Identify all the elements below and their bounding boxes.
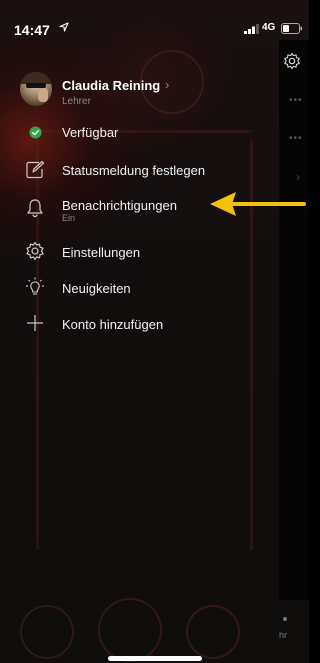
menu-item-label: Verfügbar [62, 125, 119, 140]
menu-item-label: Neuigkeiten [62, 281, 131, 296]
indicator-dot [283, 617, 287, 621]
bell-icon [27, 199, 43, 218]
settings-gear-icon[interactable] [283, 52, 301, 70]
menu-item-label: Einstellungen [62, 245, 141, 260]
chevron-right-icon: › [165, 77, 170, 92]
profile-name: Claudia Reining [62, 78, 161, 93]
more-options-icon[interactable]: ••• [289, 96, 305, 106]
menu-item-add-account[interactable]: Konto hinzufügen [0, 313, 279, 343]
annotation-arrow [210, 192, 306, 216]
menu-item-settings[interactable]: Einstellungen [0, 241, 279, 271]
profile-header[interactable]: Claudia Reining › Lehrer [20, 72, 270, 112]
battery-icon [281, 23, 302, 34]
profile-role: Lehrer [62, 96, 91, 107]
home-indicator[interactable] [108, 656, 202, 661]
notifications-state: Ein [62, 213, 76, 223]
menu-item-label: Konto hinzufügen [62, 317, 164, 332]
menu-item-news[interactable]: Neuigkeiten [0, 277, 279, 307]
more-options-icon[interactable]: ••• [289, 134, 305, 144]
gear-icon [26, 241, 44, 261]
edit-status-icon [26, 160, 45, 179]
chevron-right-icon: › [296, 170, 300, 184]
plus-icon [27, 315, 43, 331]
available-status-icon [29, 126, 42, 139]
lightbulb-icon [26, 277, 44, 295]
account-menu: Claudia Reining › Lehrer Verfügbar Statu… [0, 0, 279, 663]
menu-item-status-message[interactable]: Statusmeldung festlegen [0, 160, 279, 190]
screen: ••• ••• › hr 14:47 4G Claudia Reining › … [0, 0, 309, 663]
avatar [20, 72, 52, 106]
background-text: hr [279, 630, 288, 640]
menu-item-label: Statusmeldung festlegen [62, 163, 206, 178]
menu-item-availability[interactable]: Verfügbar [0, 124, 279, 154]
background-panel [279, 40, 309, 600]
menu-item-label: Benachrichtigungen [62, 198, 177, 213]
